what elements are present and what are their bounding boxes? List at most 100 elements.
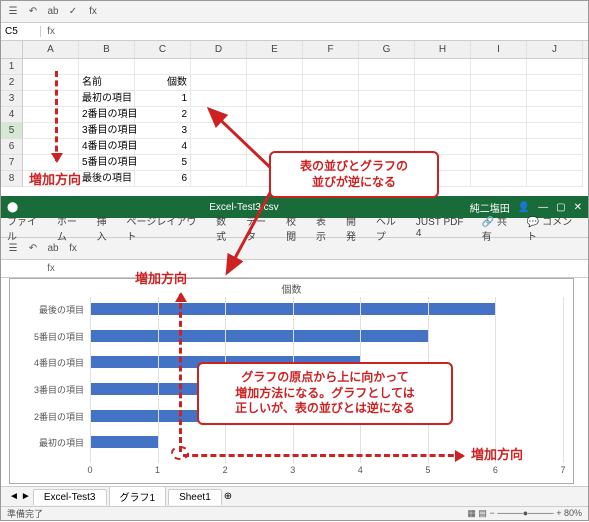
menu-icon[interactable]: ☰	[5, 241, 21, 257]
tab-developer[interactable]: 開発	[346, 213, 366, 243]
increase-arrow-chart-v	[179, 294, 182, 452]
sheet-tab-1[interactable]: グラフ1	[109, 486, 167, 508]
category-label: 最後の項目	[14, 303, 84, 317]
increase-label-chart-v: 増加方向	[135, 268, 187, 287]
tab-review[interactable]: 校閲	[286, 213, 306, 243]
row-4[interactable]: 42番目の項目2	[1, 107, 588, 123]
col-D[interactable]: D	[191, 41, 247, 58]
callout-table-chart-reverse: 表の並びとグラフの 並びが逆になる	[269, 151, 439, 198]
quick-toolbar: ☰ ↶ ab ✓ fx	[1, 1, 588, 23]
tab-help[interactable]: ヘルプ	[376, 213, 406, 243]
col-H[interactable]: H	[415, 41, 471, 58]
view-page-icon[interactable]: ▤	[478, 508, 487, 518]
fx-label: fx	[41, 26, 61, 37]
fx-icon[interactable]: fx	[65, 241, 81, 257]
menu-icon[interactable]: ☰	[5, 4, 21, 20]
share-button[interactable]: 🔗 共有	[482, 213, 517, 243]
tab-pagelayout[interactable]: ページレイアウト	[127, 213, 207, 243]
col-B[interactable]: B	[79, 41, 135, 58]
zoom-in-icon[interactable]: +	[556, 508, 561, 518]
zoom-out-icon[interactable]: −	[489, 508, 494, 518]
window-max-icon[interactable]: ▢	[556, 202, 565, 213]
col-F[interactable]: F	[303, 41, 359, 58]
category-label: 2番目の項目	[14, 410, 84, 424]
x-tick: 5	[425, 465, 430, 475]
col-G[interactable]: G	[359, 41, 415, 58]
callout2-line3: 正しいが、表の並びとは逆になる	[209, 401, 441, 417]
tab-formulas[interactable]: 数式	[216, 213, 236, 243]
format-icon[interactable]: ab	[45, 241, 61, 257]
tab-home[interactable]: ホーム	[57, 213, 87, 243]
category-label: 3番目の項目	[14, 383, 84, 397]
zoom-value[interactable]: 80%	[564, 508, 582, 518]
status-text: 準備完了	[7, 507, 43, 520]
gridline	[563, 297, 564, 463]
gridline	[495, 297, 496, 463]
sheet-tab-0[interactable]: Excel-Test3	[33, 489, 107, 505]
check-icon[interactable]: ✓	[65, 4, 81, 20]
x-tick: 4	[358, 465, 363, 475]
callout2-line1: グラフの原点から上に向かって	[209, 370, 441, 386]
window-min-icon[interactable]: —	[538, 202, 548, 213]
origin-marker	[171, 446, 189, 460]
view-normal-icon[interactable]: ▦	[467, 508, 476, 518]
tab-data[interactable]: データ	[246, 213, 276, 243]
status-bar: 準備完了 ▦ ▤ − ────●──── + 80%	[1, 506, 588, 520]
col-E[interactable]: E	[247, 41, 303, 58]
tab-justpdf[interactable]: JUST PDF 4	[416, 217, 472, 239]
bar[interactable]	[90, 436, 158, 448]
row-5[interactable]: 53番目の項目3	[1, 123, 588, 139]
increase-label-table: 増加方向	[29, 169, 81, 188]
x-tick: 1	[155, 465, 160, 475]
increase-arrow-table	[55, 71, 58, 161]
x-tick: 6	[493, 465, 498, 475]
fx-icon[interactable]: fx	[85, 4, 101, 20]
tab-file[interactable]: ファイル	[7, 213, 47, 243]
sheet-tabs: ◄ ► Excel-Test3 グラフ1 Sheet1 ⊕	[1, 486, 588, 506]
category-label: 最初の項目	[14, 436, 84, 450]
window-close-icon[interactable]: ✕	[574, 202, 582, 213]
col-C[interactable]: C	[135, 41, 191, 58]
gridline	[158, 297, 159, 463]
ribbon-tabs: ファイル ホーム 挿入 ページレイアウト 数式 データ 校閲 表示 開発 ヘルプ…	[1, 218, 588, 238]
format-icon[interactable]: ab	[45, 4, 61, 20]
increase-arrow-chart-h	[183, 454, 463, 457]
callout1-line1: 表の並びとグラフの	[281, 159, 427, 175]
fx-label-bottom: fx	[41, 263, 61, 274]
tab-nav-prev-icon[interactable]: ◄	[9, 491, 19, 502]
category-label: 5番目の項目	[14, 330, 84, 344]
bar[interactable]	[90, 330, 428, 342]
bar-row: 5番目の項目	[90, 330, 563, 344]
tab-view[interactable]: 表示	[316, 213, 336, 243]
undo-icon[interactable]: ↶	[25, 4, 41, 20]
formula-bar: C5 fx	[1, 23, 588, 41]
x-tick: 3	[290, 465, 295, 475]
x-tick: 7	[560, 465, 565, 475]
col-I[interactable]: I	[471, 41, 527, 58]
undo-icon[interactable]: ↶	[25, 241, 41, 257]
window-title: Excel-Test3.csv	[18, 202, 470, 213]
formula-bar-bottom: fx	[1, 260, 588, 278]
tab-insert[interactable]: 挿入	[97, 213, 117, 243]
chart-title: 個数	[10, 279, 573, 298]
row-1[interactable]: 1	[1, 59, 588, 75]
zoom-slider[interactable]: ────●────	[497, 508, 553, 518]
row-2[interactable]: 2名前個数	[1, 75, 588, 91]
tab-nav-next-icon[interactable]: ►	[21, 491, 31, 502]
col-A[interactable]: A	[23, 41, 79, 58]
callout1-line2: 並びが逆になる	[281, 175, 427, 191]
callout2-line2: 増加方法になる。グラフとしては	[209, 386, 441, 402]
autosave-icon[interactable]: ⬤	[7, 202, 18, 213]
name-box[interactable]: C5	[1, 26, 41, 37]
callout-chart-origin: グラフの原点から上に向かって 増加方法になる。グラフとしては 正しいが、表の並び…	[197, 362, 453, 425]
comment-button[interactable]: 💬 コメント	[527, 213, 582, 243]
gridline	[90, 297, 91, 463]
increase-label-chart-h: 増加方向	[471, 444, 523, 463]
bar-row: 最後の項目	[90, 303, 563, 317]
col-J[interactable]: J	[527, 41, 583, 58]
new-sheet-icon[interactable]: ⊕	[224, 491, 232, 502]
row-3[interactable]: 3最初の項目1	[1, 91, 588, 107]
select-all-corner[interactable]	[1, 41, 23, 58]
sheet-tab-2[interactable]: Sheet1	[168, 489, 222, 505]
user-avatar-icon[interactable]: 👤	[518, 202, 530, 213]
